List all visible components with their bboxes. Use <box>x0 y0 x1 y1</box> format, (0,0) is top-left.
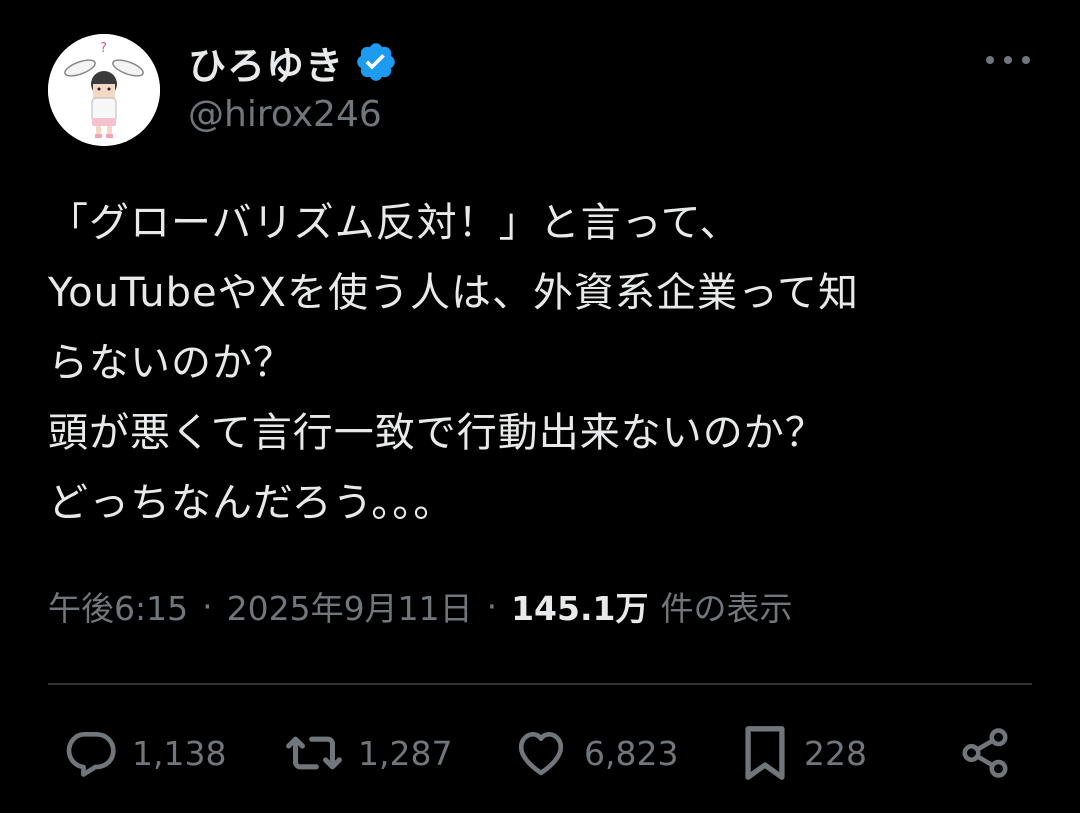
post-text: 「グローバリズム反対！」と言って、 YouTubeやXを使う人は、外資系企業って… <box>48 200 860 526</box>
bookmark-button[interactable]: 228 <box>740 718 867 788</box>
post-header: ? ひろゆき @hirox246 <box>48 34 1038 146</box>
post-time[interactable]: 午後6:15 <box>48 582 188 630</box>
more-dot-icon <box>1022 56 1030 64</box>
display-name[interactable]: ひろゆき <box>188 35 344 90</box>
repost-button[interactable]: 1,287 <box>284 718 452 788</box>
svg-text:?: ? <box>100 41 107 56</box>
like-button[interactable]: 6,823 <box>512 718 678 788</box>
bookmark-count: 228 <box>804 733 867 773</box>
avatar-bunny-ears-character-icon: ? <box>48 34 160 146</box>
repost-icon <box>284 725 344 781</box>
more-dot-icon <box>1004 56 1012 64</box>
avatar[interactable]: ? <box>48 34 160 146</box>
action-bar: 1,138 1,287 6,823 228 <box>48 718 1032 788</box>
share-button[interactable] <box>958 718 1012 788</box>
user-handle[interactable]: @hirox246 <box>188 94 382 135</box>
post-meta: 午後6:15 · 2025年9月11日 · 145.1万 件の表示 <box>48 582 792 630</box>
views-label: 件の表示 <box>660 589 793 628</box>
heart-icon <box>512 725 570 781</box>
like-count: 6,823 <box>584 733 679 773</box>
reply-button[interactable]: 1,138 <box>62 718 226 788</box>
name-row: ひろゆき <box>188 36 398 88</box>
meta-separator: · <box>486 586 498 626</box>
verified-badge-icon[interactable] <box>354 40 398 84</box>
post-date[interactable]: 2025年9月11日 <box>227 582 473 630</box>
repost-count: 1,287 <box>358 733 453 773</box>
more-dot-icon <box>986 56 994 64</box>
divider <box>48 683 1032 685</box>
reply-icon <box>62 725 118 781</box>
share-icon <box>958 725 1012 781</box>
bookmark-icon <box>740 724 790 782</box>
views-count[interactable]: 145.1万 <box>511 582 648 630</box>
reply-count: 1,138 <box>132 733 227 773</box>
meta-separator: · <box>202 586 213 626</box>
more-options-button[interactable] <box>986 48 1030 72</box>
